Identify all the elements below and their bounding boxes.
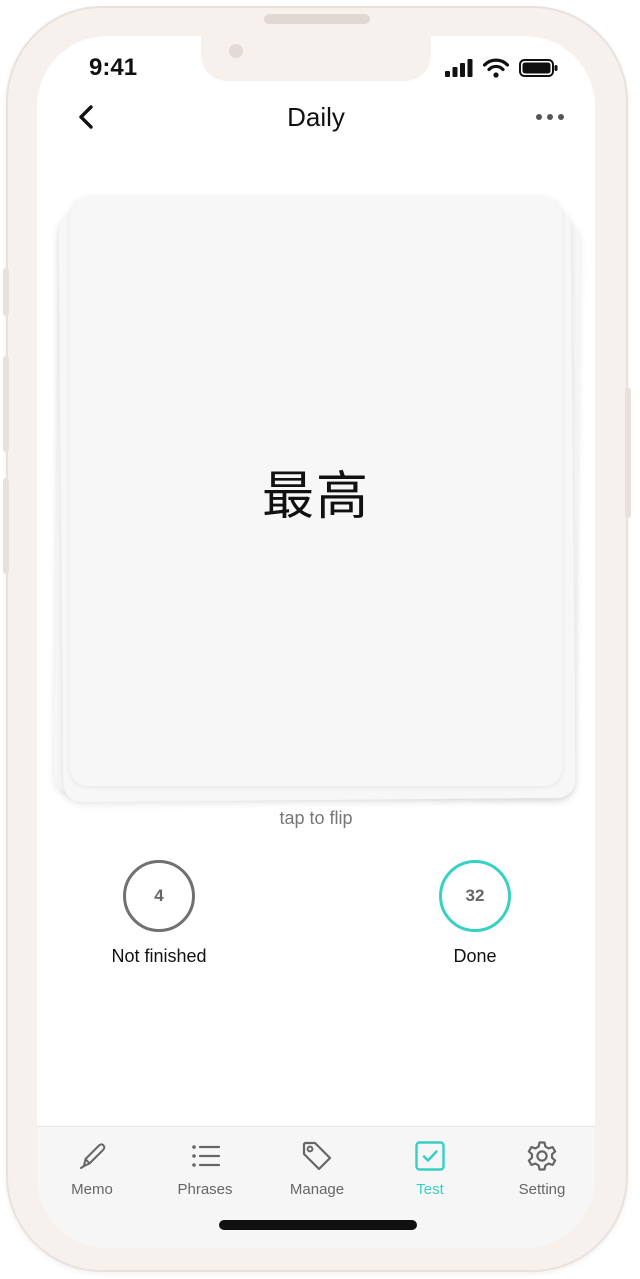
home-indicator[interactable] — [219, 1220, 417, 1230]
more-dot — [547, 114, 553, 120]
front-camera — [229, 44, 243, 58]
flashcard[interactable]: 最高 — [70, 196, 562, 786]
side-button-mute — [3, 268, 9, 316]
more-dot — [558, 114, 564, 120]
tag-icon — [302, 1141, 332, 1171]
not-finished-count: 4 — [123, 860, 195, 932]
side-button-volume-up — [3, 356, 9, 452]
battery-icon — [519, 59, 558, 77]
list-icon — [192, 1145, 221, 1167]
flip-hint: tap to flip — [279, 808, 353, 828]
checkbox-icon — [415, 1141, 445, 1171]
tab-setting[interactable]: Setting — [492, 1139, 592, 1198]
gear-icon — [527, 1141, 557, 1171]
notch — [201, 36, 431, 81]
card-word: 最高 — [261, 466, 370, 527]
speaker-grille — [264, 14, 370, 24]
tab-phrases[interactable]: Phrases — [155, 1139, 255, 1198]
status-icons — [445, 58, 559, 78]
tab-label-manage: Manage — [289, 1181, 345, 1198]
flashcard-stack: 最高 — [53, 196, 581, 806]
done-count: 32 — [439, 860, 511, 932]
tab-label-setting: Setting — [518, 1181, 566, 1198]
side-button-volume-down — [3, 478, 9, 574]
status-time: 9:41 — [89, 54, 138, 81]
done-label: Done — [453, 946, 497, 966]
tab-label-test: Test — [416, 1181, 444, 1198]
tab-manage[interactable]: Manage — [267, 1139, 367, 1198]
more-options-button[interactable] — [531, 104, 569, 130]
tab-label-phrases: Phrases — [177, 1181, 233, 1198]
tab-test[interactable]: Test — [380, 1139, 480, 1198]
side-button-power — [625, 388, 631, 518]
pencil-icon — [80, 1143, 106, 1169]
signal-icon — [445, 59, 473, 77]
tab-memo[interactable]: Memo — [42, 1139, 142, 1198]
not-finished-label: Not finished — [111, 946, 207, 966]
not-finished-counter[interactable]: 4 Not finished — [79, 860, 239, 967]
tab-label-memo: Memo — [71, 1181, 113, 1198]
done-counter[interactable]: 32 Done — [395, 860, 555, 967]
phone-screen: 9:41 Daily 最高 tap to flip 4 Not finished… — [37, 36, 595, 1248]
more-horizontal-icon — [536, 114, 542, 120]
page-title: Daily — [287, 102, 345, 132]
wifi-icon — [483, 58, 509, 78]
